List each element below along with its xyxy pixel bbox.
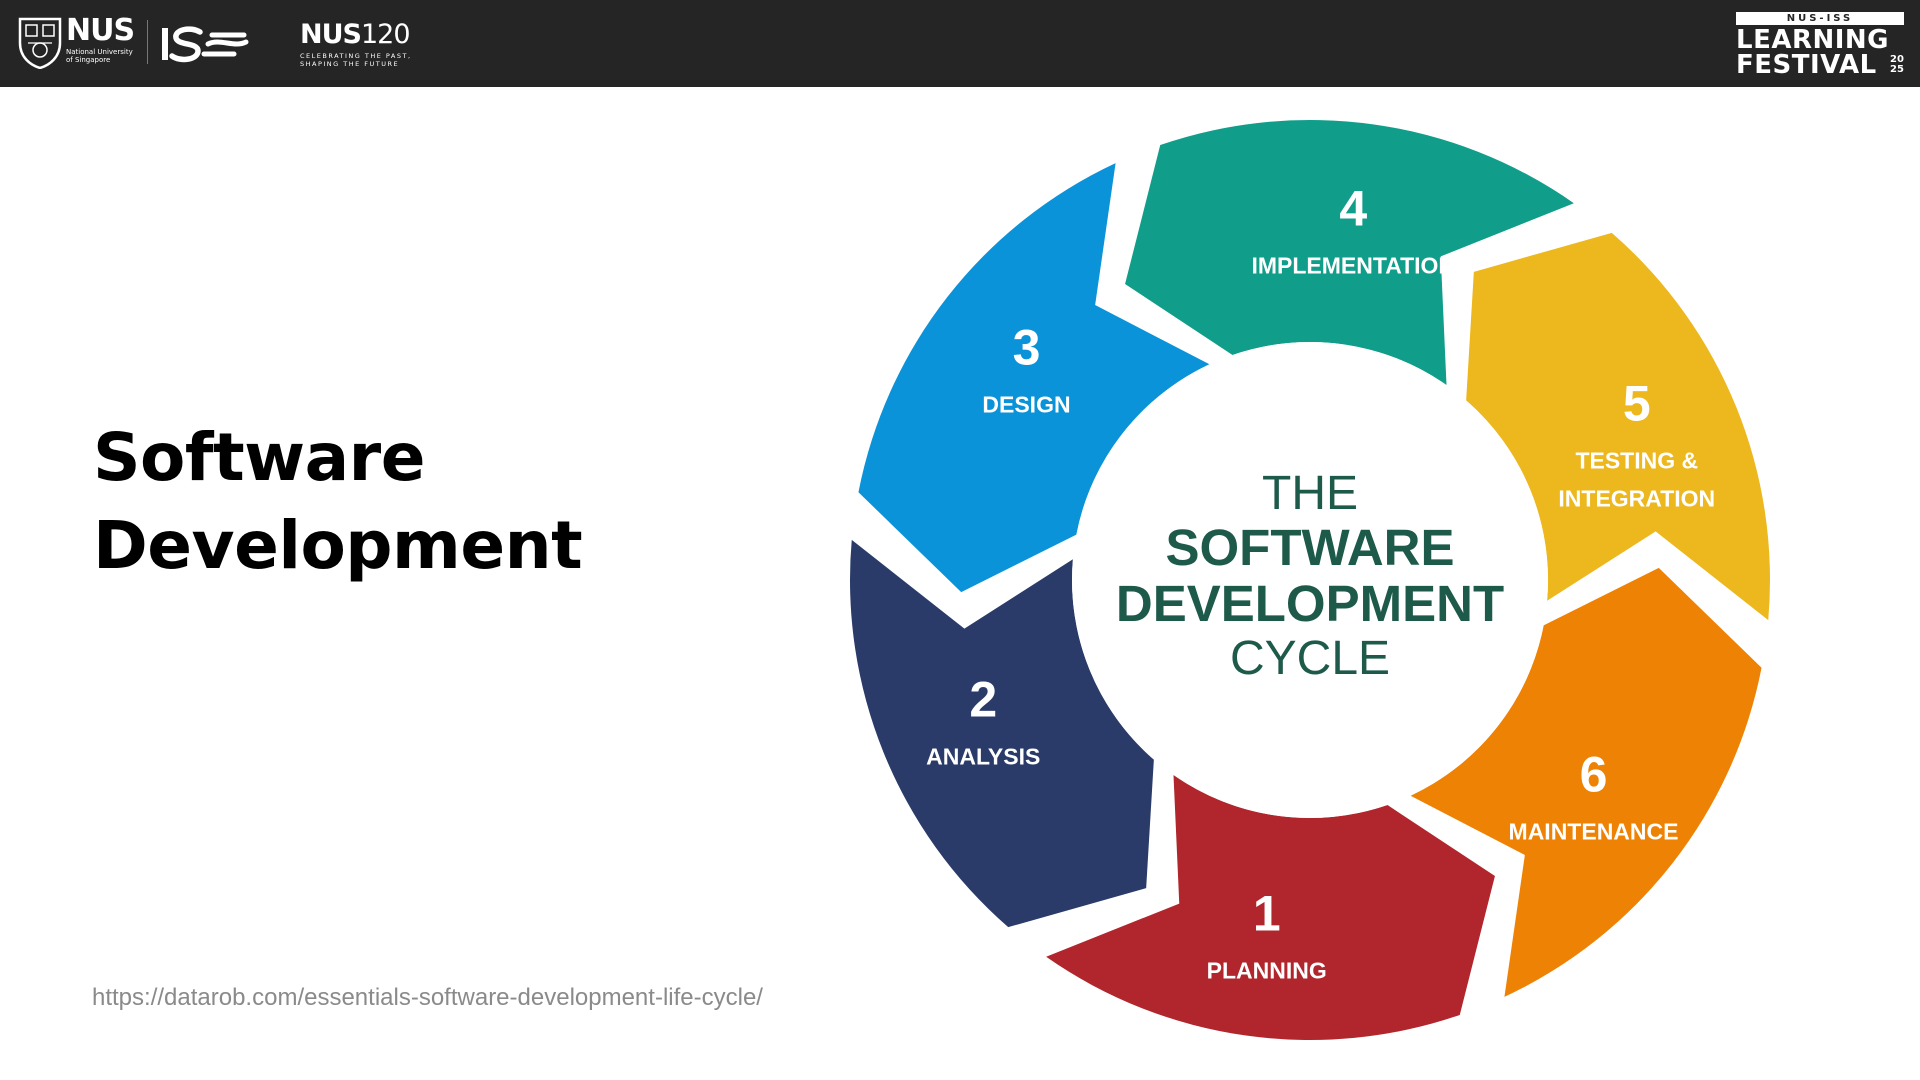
- center-line-4: CYCLE: [1230, 632, 1390, 685]
- nus-subtitle: National University of Singapore: [66, 48, 133, 64]
- slide-title: Software Development: [93, 414, 653, 590]
- stage-number-6: 6: [1580, 747, 1608, 803]
- nus-wordmark: NUS: [66, 13, 135, 48]
- sdlc-cycle-diagram: THE SOFTWARE DEVELOPMENT CYCLE 1 PLANNING…: [840, 110, 1780, 1050]
- title-line-2: Development: [93, 507, 583, 584]
- stage-label-2: ANALYSIS: [926, 744, 1040, 770]
- nus120-wordmark: NUS120: [300, 19, 411, 50]
- stage-label-3: DESIGN: [982, 391, 1070, 417]
- festival-tag: NUS-ISS: [1736, 12, 1904, 25]
- source-link[interactable]: https://datarob.com/essentials-software-…: [92, 984, 763, 1012]
- stage-label-5: TESTING &: [1575, 447, 1698, 473]
- festival-line2: FESTIVAL: [1736, 50, 1877, 80]
- learning-festival-logo: NUS-ISS LEARNING FESTIVAL 20 25: [1736, 12, 1906, 78]
- stage-number-2: 2: [969, 672, 997, 728]
- center-line-2: SOFTWARE: [1166, 519, 1455, 576]
- center-line-1: THE: [1262, 467, 1358, 520]
- nus-logo: NUS National University of Singapore: [18, 14, 143, 72]
- iss-logo-icon: [162, 26, 249, 63]
- center-line-3: DEVELOPMENT: [1116, 575, 1504, 632]
- nus120-tagline: CELEBRATING THE PAST, SHAPING THE FUTURE: [300, 52, 412, 68]
- stage-number-5: 5: [1623, 375, 1651, 431]
- stage-number-3: 3: [1013, 319, 1041, 375]
- header-bar: NUS National University of Singapore NUS…: [0, 0, 1920, 87]
- stage-number-1: 1: [1253, 885, 1281, 941]
- stage-number-4: 4: [1339, 181, 1367, 237]
- cycle-svg: THE SOFTWARE DEVELOPMENT CYCLE 1 PLANNING…: [850, 120, 1770, 1040]
- title-line-1: Software: [93, 419, 425, 496]
- festival-year: 20 25: [1890, 54, 1904, 75]
- iss-logo: [160, 22, 250, 66]
- logo-divider: [147, 20, 148, 64]
- stage-label-6: MAINTENANCE: [1509, 819, 1679, 845]
- nus120-logo: NUS120 CELEBRATING THE PAST, SHAPING THE…: [300, 18, 420, 70]
- stage-label-4: IMPLEMENTATION: [1251, 253, 1455, 279]
- nus-crest-icon: [18, 17, 62, 69]
- stage-label-1: PLANNING: [1207, 957, 1327, 983]
- stage-label-5-line2: INTEGRATION: [1558, 485, 1715, 511]
